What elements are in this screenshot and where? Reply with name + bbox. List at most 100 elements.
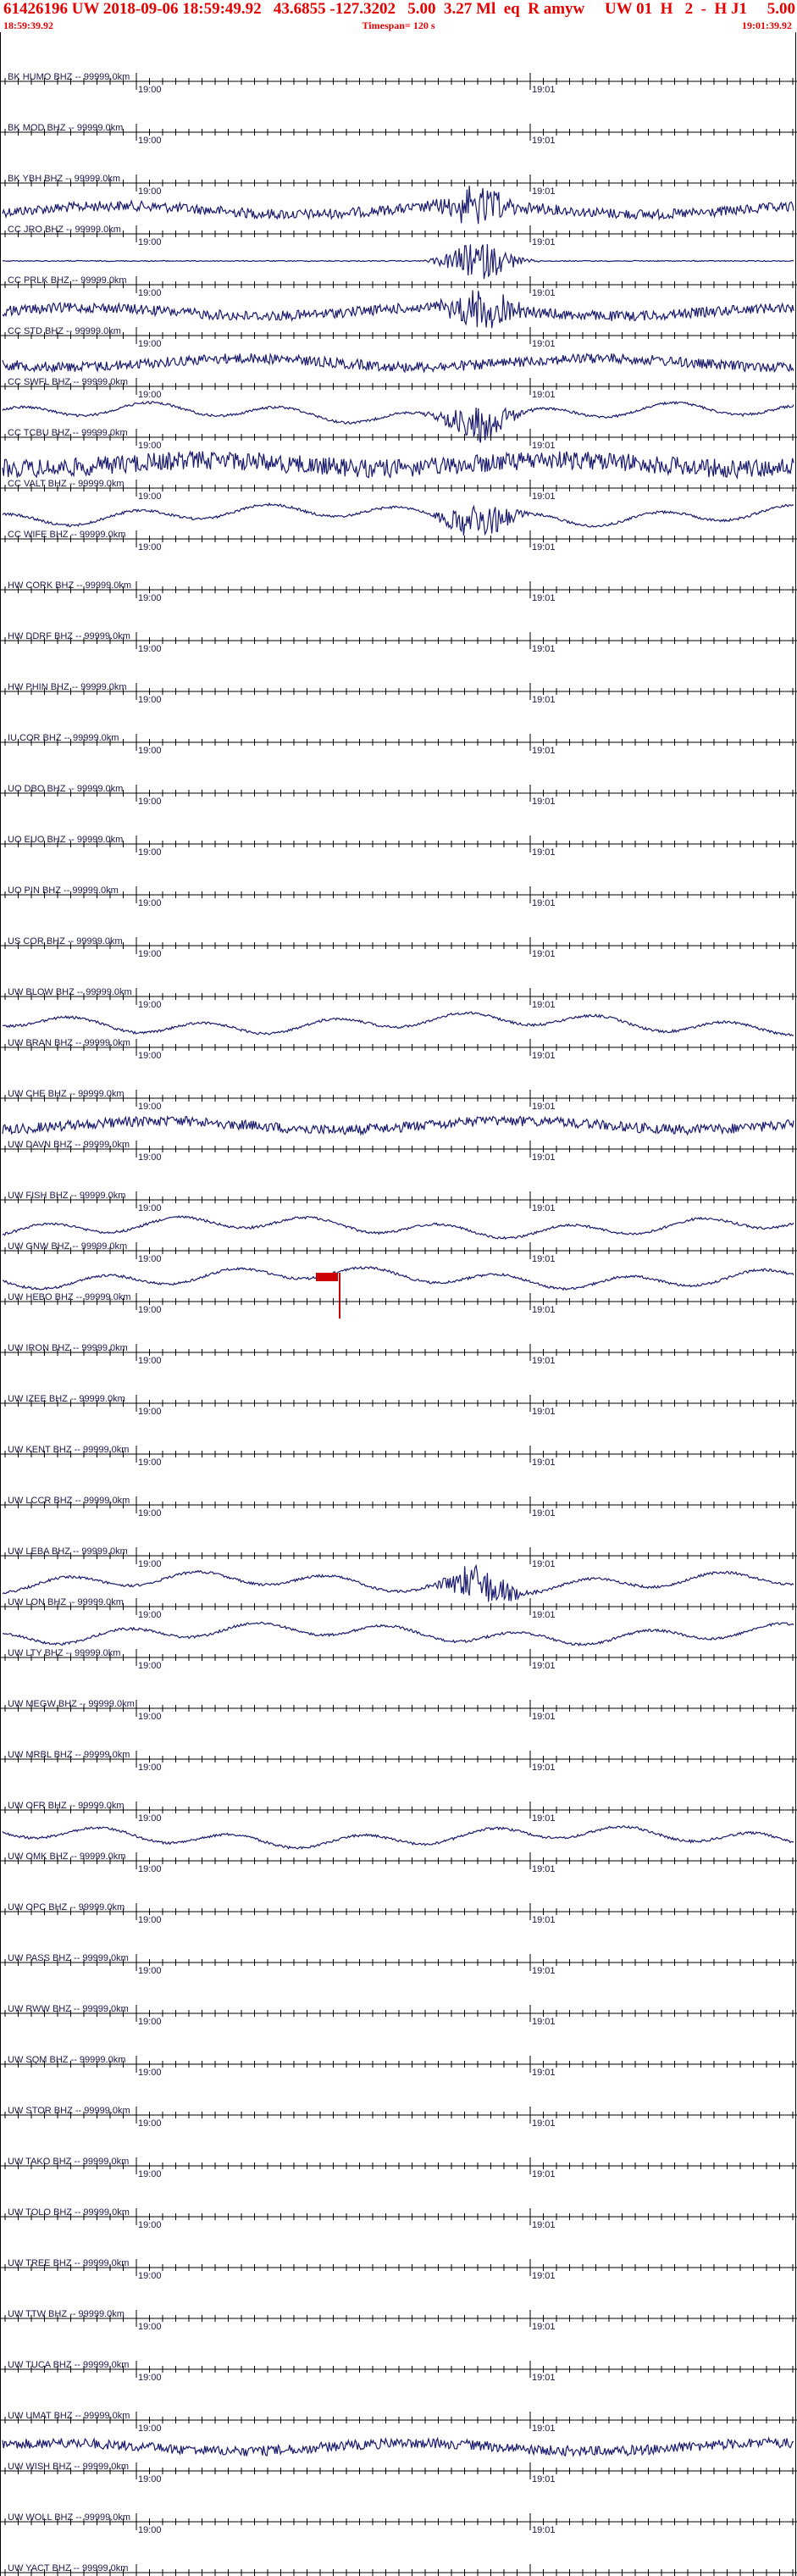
channel-label: HW CORK BHZ -- 99999.0km: [8, 580, 131, 591]
time-tick-label: 19:01: [532, 1457, 556, 1468]
time-tick-label: 19:01: [532, 746, 556, 756]
time-tick-label: 19:00: [138, 2169, 162, 2179]
trace-row: 19:00 19:01 UW OFR BHZ -- 99999.0km: [1, 1801, 797, 1850]
channel-label: UW YACT BHZ -- 99999.0km: [8, 2563, 128, 2573]
time-tick-label: 19:01: [532, 2525, 556, 2535]
channel-label: HW DDRF BHZ -- 99999.0km: [8, 631, 130, 641]
channel-label: US COR BHZ -- 99999.0km: [8, 936, 123, 947]
trace-row: 19:00 19:01 UW WISH BHZ -- 99999.0km: [1, 2462, 797, 2484]
channel-label: BK YBH BHZ -- 99999.0km: [8, 174, 120, 184]
channel-label: UW PASS BHZ -- 99999.0km: [8, 1953, 129, 1963]
trace-row: 19:00 19:01 BK MOD BHZ -- 99999.0km: [1, 123, 797, 146]
channel-label: UW LEBA BHZ -- 99999.0km: [8, 1546, 128, 1557]
time-tick-label: 19:01: [532, 2423, 556, 2434]
trace-row: 19:00 19:01 HW PHIN BHZ -- 99999.0km: [1, 682, 797, 705]
trace-row: 19:00 19:01 UW SQM BHZ -- 99999.0km: [1, 2055, 797, 2078]
time-tick-label: 19:01: [532, 898, 556, 908]
channel-label: UW WOLL BHZ -- 99999.0km: [8, 2512, 130, 2523]
trace-row: 19:00 19:01 UW TTW BHZ -- 99999.0km: [1, 2309, 797, 2332]
trace-row: 19:00 19:01 UW IZEE BHZ -- 99999.0km: [1, 1394, 797, 1417]
trace-row: 19:00 19:01 UO PIN BHZ -- 99999.0km: [1, 886, 797, 908]
time-tick-label: 19:00: [138, 491, 162, 502]
seismogram-panel: 19:00 19:01BK HUMO BHZ -- 99999.0km19:00 1…: [1, 72, 797, 2576]
time-tick-label: 19:00: [138, 1051, 162, 1061]
trace-row: 19:00 19:01 CC JRO BHZ -- 99999.0km: [1, 225, 797, 280]
channel-label: UW TAKO BHZ -- 99999.0km: [8, 2157, 129, 2167]
time-tick-label: 19:01: [532, 593, 556, 603]
channel-label: UW TUCA BHZ -- 99999.0km: [8, 2360, 129, 2370]
channel-label: CC PRLK BHZ -- 99999.0km: [8, 275, 127, 286]
time-tick-label: 19:01: [532, 1051, 556, 1061]
time-tick-label: 19:01: [532, 695, 556, 705]
channel-label: CC VALT BHZ -- 99999.0km: [8, 479, 125, 489]
trace-row: 19:00 19:01 UW DAVN BHZ -- 99999.0km: [1, 1140, 797, 1163]
trace-row: 19:00 19:01 IU COR BHZ -- 99999.0km: [1, 733, 797, 756]
channel-label: UW IRON BHZ -- 99999.0km: [8, 1343, 128, 1353]
time-tick-label: 19:01: [532, 2118, 556, 2129]
trace-row: 19:00 19:01 CC TCBU BHZ -- 99999.0km: [1, 428, 797, 480]
channel-label: BK MOD BHZ -- 99999.0km: [8, 123, 123, 133]
trace-row: 19:00 19:01 UW HEBO BHZ -- 99999.0km: [1, 1292, 797, 1315]
time-tick-label: 19:01: [532, 1610, 556, 1620]
channel-label: UW TOLO BHZ -- 99999.0km: [8, 2207, 130, 2218]
time-tick-label: 19:00: [138, 288, 162, 298]
channel-label: CC TCBU BHZ -- 99999.0km: [8, 428, 128, 438]
trace-row: 19:00 19:01 UW KENT BHZ -- 99999.0km: [1, 1445, 797, 1468]
time-tick-label: 19:00: [138, 1508, 162, 1518]
trace-row: 19:00 19:01 UW BLOW BHZ -- 99999.0km: [1, 987, 797, 1037]
time-tick-label: 19:01: [532, 644, 556, 654]
time-tick-label: 19:00: [138, 898, 162, 908]
time-tick-label: 19:01: [532, 949, 556, 959]
time-tick-label: 19:00: [138, 1864, 162, 1874]
trace-row: 19:00 19:01 UW TREE BHZ -- 99999.0km: [1, 2258, 797, 2281]
waveform-trace: [2, 1563, 794, 1602]
time-tick-label: 19:01: [532, 1102, 556, 1112]
time-tick-label: 19:01: [532, 85, 556, 95]
plot-header: 61426196 UW 2018-09-06 18:59:49.92 43.68…: [0, 0, 797, 34]
time-tick-label: 19:00: [138, 2474, 162, 2484]
trace-row: 19:00 19:01 UW MRBL BHZ -- 99999.0km: [1, 1750, 797, 1773]
trace-row: 19:00 19:01 UW GNW BHZ -- 99999.0km: [1, 1241, 797, 1319]
channel-label: UW SQM BHZ -- 99999.0km: [8, 2055, 125, 2065]
trace-row: 19:00 19:01 UW BRAN BHZ -- 99999.0km: [1, 1038, 797, 1061]
trace-row: 19:00 19:01 HW CORK BHZ -- 99999.0km: [1, 580, 797, 603]
time-tick-label: 19:00: [138, 1254, 162, 1264]
time-tick-label: 19:01: [532, 2169, 556, 2179]
time-tick-label: 19:00: [138, 695, 162, 705]
time-tick-label: 19:01: [532, 2474, 556, 2484]
trace-row: 19:00 19:01 UW LEBA BHZ -- 99999.0km: [1, 1546, 797, 1602]
time-tick-label: 19:01: [532, 1508, 556, 1518]
time-tick-label: 19:00: [138, 1457, 162, 1468]
trace-row: 19:00 19:01 CC WIFE BHZ -- 99999.0km: [1, 530, 797, 552]
time-tick-label: 19:00: [138, 136, 162, 146]
time-tick-label: 19:01: [532, 186, 556, 197]
channel-label: UW HEBO BHZ -- 99999.0km: [8, 1292, 130, 1302]
channel-label: UO EUO BHZ -- 99999.0km: [8, 835, 123, 845]
channel-label: UW TTW BHZ -- 99999.0km: [8, 2309, 125, 2319]
time-tick-label: 19:00: [138, 1356, 162, 1366]
channel-label: UW FISH BHZ -- 99999.0km: [8, 1191, 125, 1201]
channel-label: UO PIN BHZ -- 99999.0km: [8, 886, 119, 896]
time-tick-label: 19:00: [138, 237, 162, 247]
time-tick-label: 19:01: [532, 491, 556, 502]
time-tick-label: 19:01: [532, 136, 556, 146]
channel-label: UW DAVN BHZ -- 99999.0km: [8, 1140, 130, 1150]
channel-label: UW STOR BHZ -- 99999.0km: [8, 2106, 130, 2116]
time-tick-label: 19:00: [138, 593, 162, 603]
trace-row: 19:00 19:01 UW STOR BHZ -- 99999.0km: [1, 2106, 797, 2129]
time-tick-label: 19:00: [138, 1152, 162, 1163]
time-tick-label: 19:00: [138, 1966, 162, 1976]
trace-row: 19:00 19:01 CC PRLK BHZ -- 99999.0km: [1, 275, 797, 329]
time-tick-label: 19:00: [138, 2017, 162, 2027]
time-tick-label: 19:00: [138, 186, 162, 197]
event-title: 61426196 UW 2018-09-06 18:59:49.92 43.68…: [3, 0, 797, 18]
channel-label: UW BLOW BHZ -- 99999.0km: [8, 987, 132, 997]
channel-label: UW KENT BHZ -- 99999.0km: [8, 1445, 129, 1455]
waveform-trace: [2, 450, 794, 480]
time-tick-label: 19:00: [138, 1813, 162, 1824]
trace-row: 19:00 19:01 BK HUMO BHZ -- 99999.0km: [1, 72, 797, 95]
channel-label: UW BRAN BHZ -- 99999.0km: [8, 1038, 130, 1048]
time-tick-label: 19:00: [138, 1559, 162, 1569]
time-tick-label: 19:01: [532, 1203, 556, 1213]
time-tick-label: 19:00: [138, 1102, 162, 1112]
